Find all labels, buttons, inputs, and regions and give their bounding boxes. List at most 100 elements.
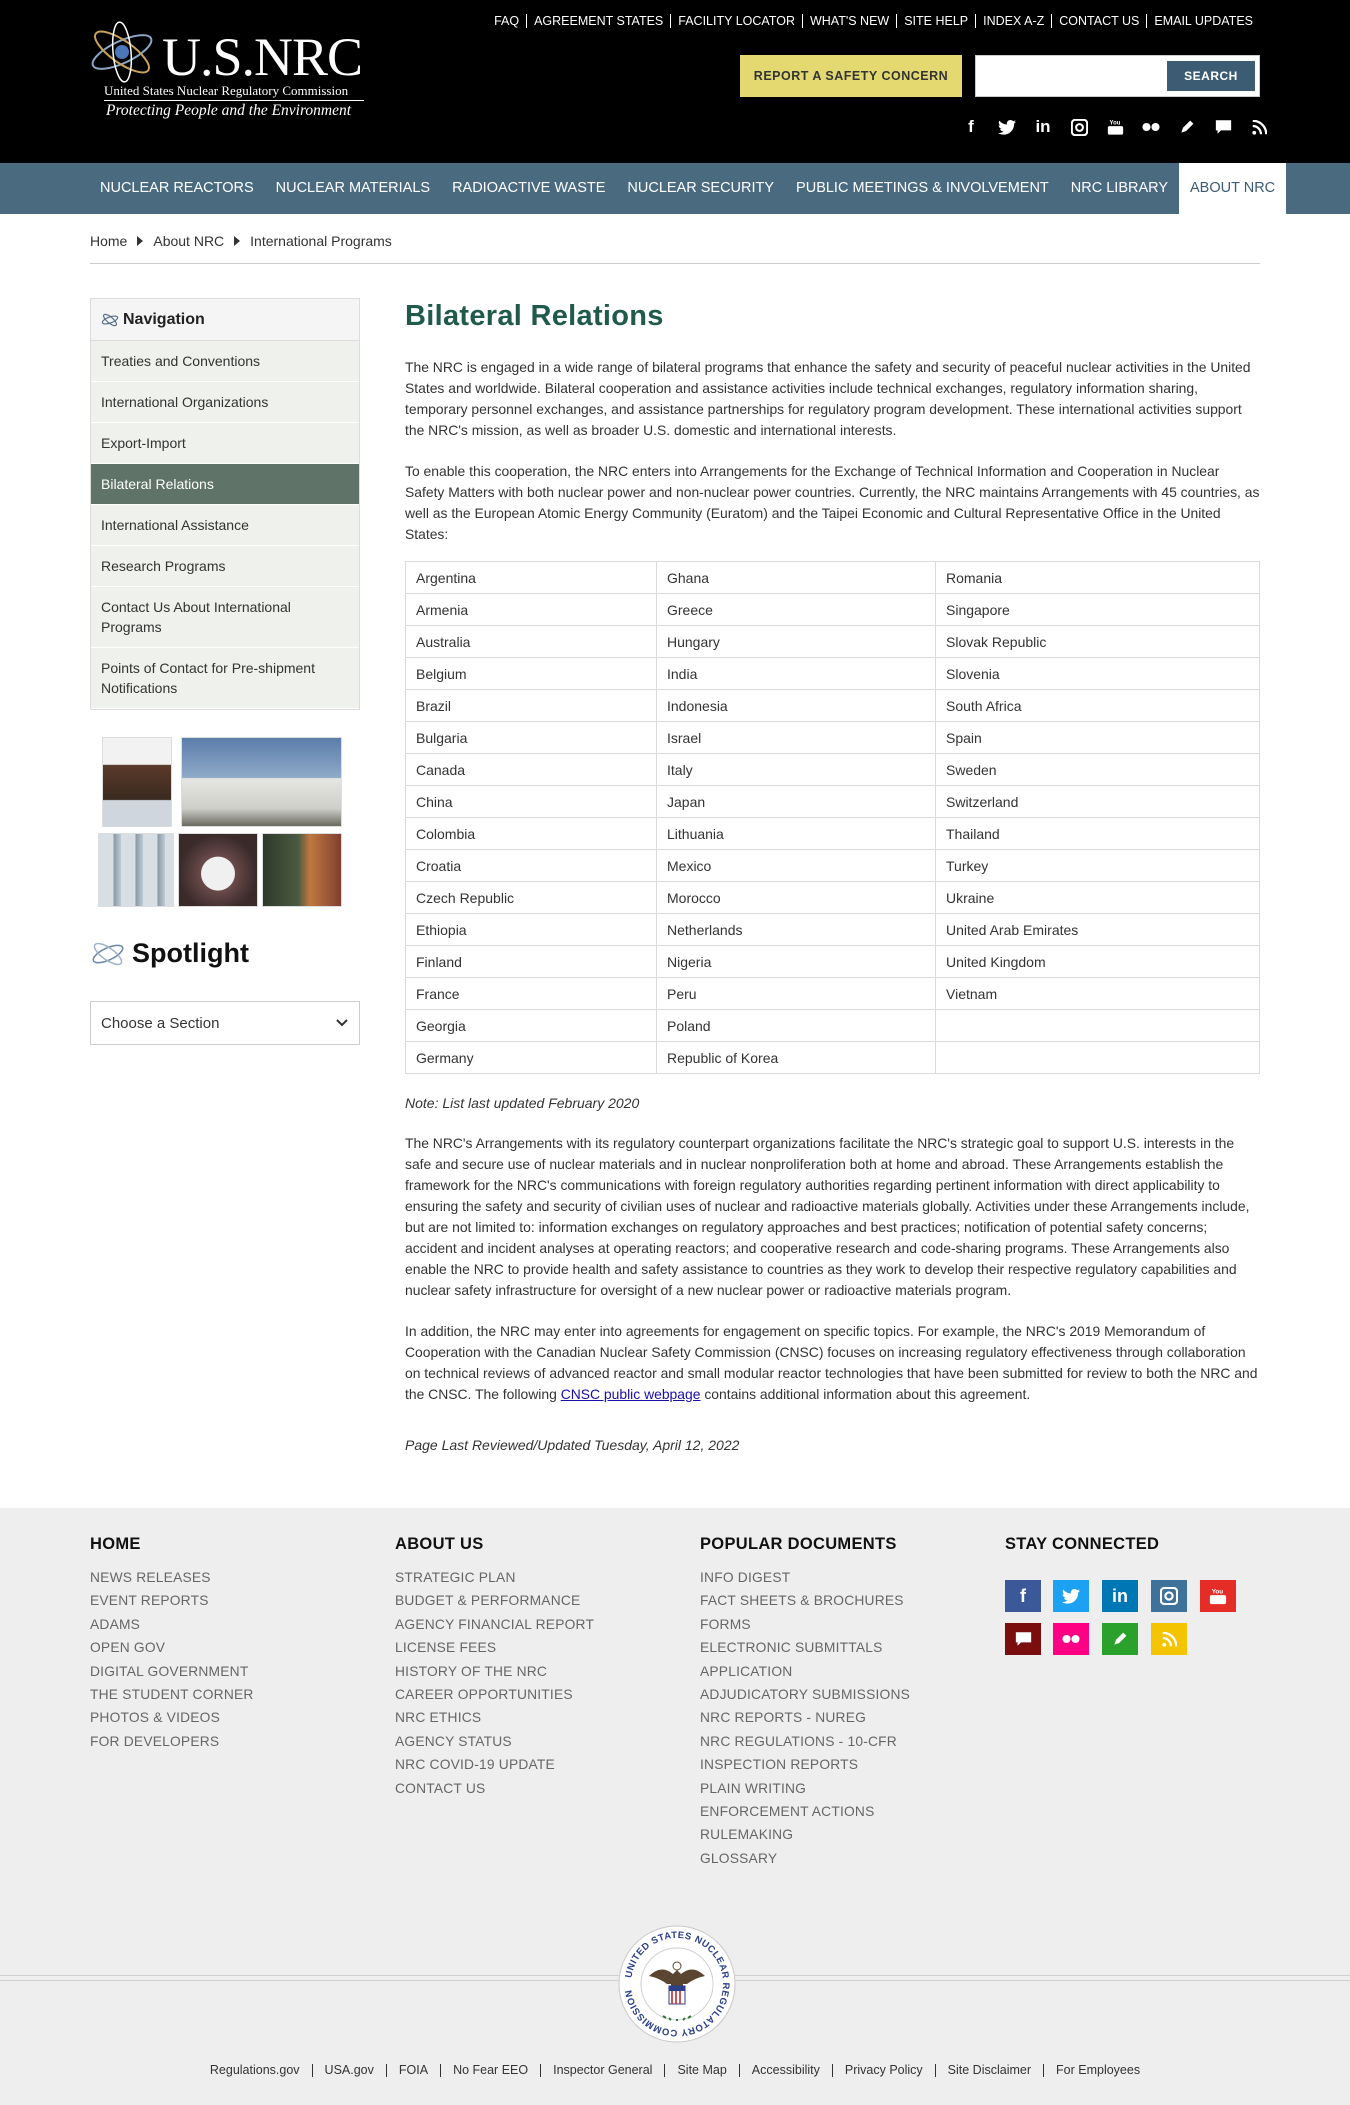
country-cell: Romania (935, 561, 1260, 594)
search-input[interactable] (982, 62, 1132, 90)
util-link-facility-locator[interactable]: FACILITY LOCATOR (670, 14, 802, 28)
instagram-icon[interactable] (1151, 1580, 1187, 1612)
footer-link[interactable]: BUDGET & PERFORMANCE (395, 1589, 594, 1612)
twitter-icon[interactable] (996, 116, 1018, 138)
footer-link[interactable]: ENFORCEMENT ACTIONS (700, 1800, 910, 1823)
breadcrumb-home[interactable]: Home (90, 233, 127, 249)
footer-link[interactable]: NRC ETHICS (395, 1706, 594, 1729)
util-link-site-help[interactable]: SITE HELP (896, 14, 975, 28)
footer-link-site-disclaimer[interactable]: Site Disclaimer (934, 2064, 1043, 2077)
footer-link[interactable]: HISTORY OF THE NRC (395, 1660, 594, 1683)
sidebar-item-contact-us[interactable]: Contact Us About International Programs (91, 587, 359, 648)
breadcrumb-international-programs[interactable]: International Programs (250, 233, 392, 249)
nav-item-about-nrc[interactable]: ABOUT NRC (1179, 163, 1287, 214)
facebook-icon[interactable]: f (1005, 1580, 1041, 1612)
table-row: France Peru Vietnam (405, 977, 1260, 1010)
nav-item-nuclear-reactors[interactable]: NUCLEAR REACTORS (89, 163, 265, 214)
footer-link[interactable]: AGENCY STATUS (395, 1730, 594, 1753)
nav-item-nuclear-materials[interactable]: NUCLEAR MATERIALS (265, 163, 441, 214)
choose-section-select[interactable]: Choose a Section (90, 1001, 360, 1045)
nav-item-nuclear-security[interactable]: NUCLEAR SECURITY (616, 163, 785, 214)
footer-link[interactable]: ELECTRONIC SUBMITTALS (700, 1636, 910, 1659)
footer-link[interactable]: NEWS RELEASES (90, 1566, 254, 1589)
country-cell: Brazil (405, 689, 657, 722)
twitter-icon[interactable] (1053, 1580, 1089, 1612)
footer-link[interactable]: NRC COVID-19 UPDATE (395, 1753, 594, 1776)
footer-link[interactable]: GLOSSARY (700, 1847, 910, 1870)
nrc-logo[interactable]: U.S.NRC United States Nuclear Regulatory… (88, 16, 368, 126)
footer-link[interactable]: FORMS (700, 1613, 910, 1636)
sidebar-item-research-programs[interactable]: Research Programs (91, 546, 359, 587)
footer-link[interactable]: NRC REPORTS - NUREG (700, 1706, 910, 1729)
country-cell: Thailand (935, 817, 1260, 850)
nrc-seal-icon[interactable]: UNITED STATES NUCLEAR REGULATORY COMMISS… (617, 1924, 737, 2044)
footer-link[interactable]: PLAIN WRITING (700, 1777, 910, 1800)
footer-link-usa-gov[interactable]: USA.gov (311, 2064, 386, 2077)
sidebar-item-treaties[interactable]: Treaties and Conventions (91, 341, 359, 382)
sidebar-item-international-assistance[interactable]: International Assistance (91, 505, 359, 546)
footer-link[interactable]: INSPECTION REPORTS (700, 1753, 910, 1776)
footer-link-privacy-policy[interactable]: Privacy Policy (831, 2064, 935, 2077)
logo-tagline: Protecting People and the Environment (106, 102, 352, 119)
footer-link[interactable]: APPLICATION (700, 1660, 910, 1683)
footer-link-for-employees[interactable]: For Employees (1043, 2064, 1152, 2077)
youtube-icon[interactable]: You (1200, 1580, 1236, 1612)
pencil-icon[interactable] (1176, 116, 1198, 138)
sidebar-item-pre-shipment[interactable]: Points of Contact for Pre-shipment Notif… (91, 648, 359, 709)
footer-link[interactable]: CONTACT US (395, 1777, 594, 1800)
util-link-faq[interactable]: FAQ (487, 14, 526, 28)
linkedin-icon[interactable]: in (1102, 1580, 1138, 1612)
country-cell (935, 1009, 1260, 1042)
instagram-icon[interactable] (1068, 116, 1090, 138)
breadcrumb-about-nrc[interactable]: About NRC (153, 233, 224, 249)
country-cell: Bulgaria (405, 721, 657, 754)
nav-item-public-meetings[interactable]: PUBLIC MEETINGS & INVOLVEMENT (785, 163, 1060, 214)
flickr-icon[interactable] (1140, 116, 1162, 138)
footer-link[interactable]: EVENT REPORTS (90, 1589, 254, 1612)
footer-link[interactable]: INFO DIGEST (700, 1566, 910, 1589)
sidebar-item-bilateral-relations[interactable]: Bilateral Relations (91, 464, 359, 505)
footer-link[interactable]: ADJUDICATORY SUBMISSIONS (700, 1683, 910, 1706)
footer-link-accessibility[interactable]: Accessibility (738, 2064, 832, 2077)
util-link-agreement-states[interactable]: AGREEMENT STATES (526, 14, 670, 28)
nav-item-radioactive-waste[interactable]: RADIOACTIVE WASTE (441, 163, 616, 214)
footer-link[interactable]: THE STUDENT CORNER (90, 1683, 254, 1706)
footer-link-inspector-general[interactable]: Inspector General (540, 2064, 664, 2077)
util-link-whats-new[interactable]: WHAT'S NEW (801, 14, 896, 28)
report-safety-concern-button[interactable]: REPORT A SAFETY CONCERN (740, 55, 962, 97)
util-link-contact[interactable]: CONTACT US (1051, 14, 1146, 28)
pencil-icon[interactable] (1102, 1623, 1138, 1655)
footer-link[interactable]: FACT SHEETS & BROCHURES (700, 1589, 910, 1612)
sidebar-item-export-import[interactable]: Export-Import (91, 423, 359, 464)
footer-link[interactable]: AGENCY FINANCIAL REPORT (395, 1613, 594, 1636)
util-link-index[interactable]: INDEX A-Z (975, 14, 1051, 28)
rss-icon[interactable] (1151, 1623, 1187, 1655)
footer-link[interactable]: ADAMS (90, 1613, 254, 1636)
footer-link[interactable]: DIGITAL GOVERNMENT (90, 1660, 254, 1683)
rss-icon[interactable] (1248, 116, 1270, 138)
footer-link-site-map[interactable]: Site Map (664, 2064, 738, 2077)
util-link-email-updates[interactable]: EMAIL UPDATES (1146, 14, 1260, 28)
linkedin-icon[interactable]: in (1032, 116, 1054, 138)
footer-link[interactable]: PHOTOS & VIDEOS (90, 1706, 254, 1729)
nav-item-nrc-library[interactable]: NRC LIBRARY (1060, 163, 1179, 214)
youtube-icon[interactable]: You (1104, 116, 1126, 138)
footer-link-foia[interactable]: FOIA (385, 2064, 440, 2077)
footer-link[interactable]: LICENSE FEES (395, 1636, 594, 1659)
footer-link[interactable]: OPEN GOV (90, 1636, 254, 1659)
country-cell: Lithuania (656, 817, 936, 850)
chat-icon[interactable] (1212, 116, 1234, 138)
footer-link[interactable]: RULEMAKING (700, 1823, 910, 1846)
sidebar-item-international-organizations[interactable]: International Organizations (91, 382, 359, 423)
footer-link[interactable]: CAREER OPPORTUNITIES (395, 1683, 594, 1706)
chat-icon[interactable] (1005, 1623, 1041, 1655)
footer-link[interactable]: FOR DEVELOPERS (90, 1730, 254, 1753)
facebook-icon[interactable]: f (960, 116, 982, 138)
footer-link-no-fear-eeo[interactable]: No Fear EEO (440, 2064, 540, 2077)
cnsc-public-webpage-link[interactable]: CNSC public webpage (561, 1386, 701, 1402)
footer-link[interactable]: STRATEGIC PLAN (395, 1566, 594, 1589)
footer-link[interactable]: NRC REGULATIONS - 10-CFR (700, 1730, 910, 1753)
search-button[interactable]: SEARCH (1167, 61, 1255, 91)
flickr-icon[interactable] (1053, 1623, 1089, 1655)
footer-link-regulations-gov[interactable]: Regulations.gov (198, 2064, 312, 2077)
